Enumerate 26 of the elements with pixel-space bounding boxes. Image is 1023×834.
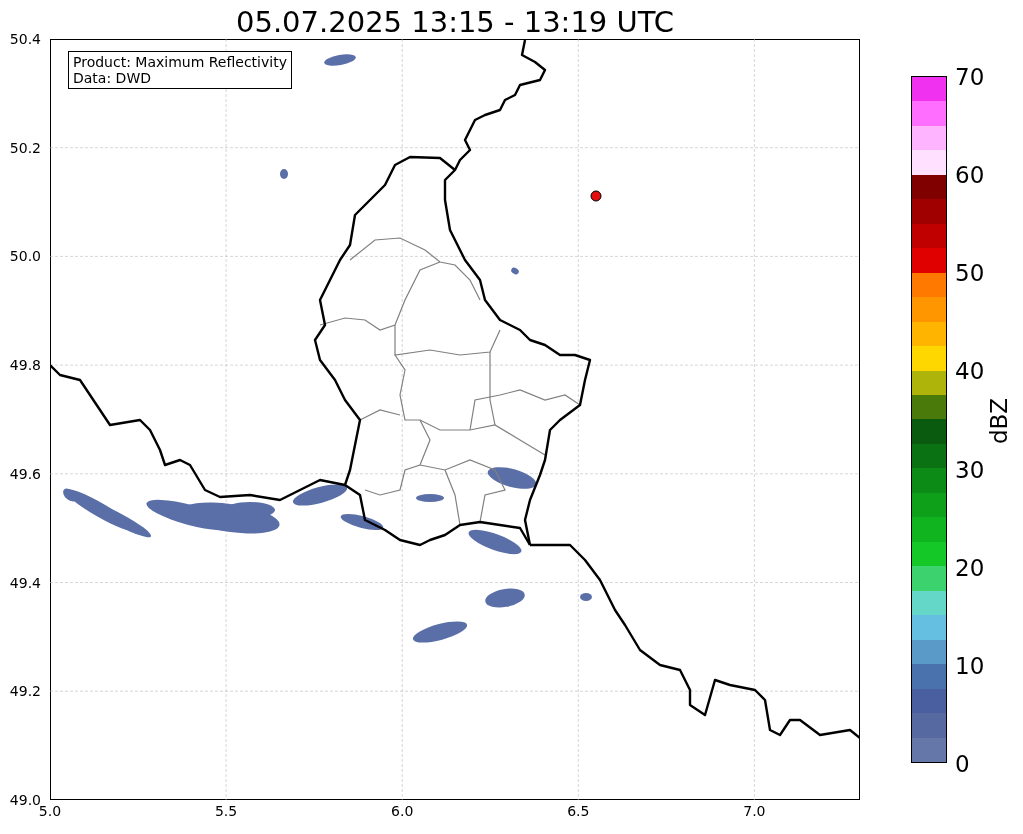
- y-tick-label: 49.8: [9, 356, 41, 375]
- colorbar-tick-label: 50: [955, 259, 985, 288]
- y-tick-label: 49.6: [9, 464, 41, 483]
- y-tick-label: 50.0: [9, 247, 41, 266]
- colorbar-tick-label: 40: [955, 357, 985, 386]
- location-marker: [590, 190, 602, 202]
- y-tick-label: 50.2: [9, 138, 41, 157]
- colorbar-tick-label: 20: [955, 553, 985, 582]
- x-tick-label: 5.0: [38, 803, 63, 820]
- info-text: Product: Maximum Reflectivity: [73, 54, 287, 70]
- x-tick-label: 6.0: [390, 802, 415, 820]
- colorbar-label: dBZ: [985, 397, 1014, 445]
- x-tick-label: 5.5: [213, 802, 239, 820]
- x-tick-label: 6.5: [566, 802, 591, 820]
- colorbar-tick-label: 10: [955, 651, 985, 680]
- y-tick-label: 49.2: [9, 682, 41, 701]
- y-tick-label: 49.4: [9, 573, 41, 592]
- colorbar-tick-label: 30: [955, 455, 985, 484]
- colorbar-tick-label: 0: [955, 750, 970, 778]
- colorbar-tick-label: 70: [955, 63, 985, 91]
- chart-title: 05.07.2025 13:15 - 13:19 UTC: [235, 4, 675, 39]
- colorbar-tick-label: 60: [955, 161, 985, 190]
- y-tick-label: 50.4: [9, 30, 41, 48]
- x-tick-label: 7.0: [742, 802, 767, 820]
- y-tick-label: 49.0: [9, 790, 41, 808]
- info-text: Data: DWD: [73, 70, 152, 86]
